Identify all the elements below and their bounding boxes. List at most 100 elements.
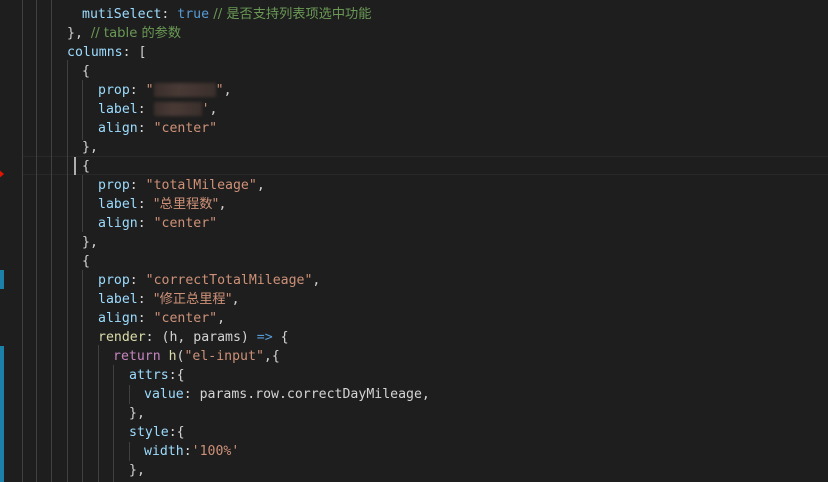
code-token: true	[177, 7, 210, 22]
code-line[interactable]: label: ',	[98, 100, 218, 119]
code-token: ,	[231, 292, 240, 307]
code-token: prop	[98, 273, 130, 288]
code-token: '	[201, 102, 210, 117]
code-token: :	[137, 216, 154, 231]
code-line[interactable]: },	[129, 404, 145, 423]
code-line[interactable]: {	[82, 157, 90, 176]
indent-guide	[113, 365, 114, 482]
indent-guide	[82, 270, 83, 482]
code-token: label	[98, 102, 138, 117]
code-token: width	[144, 444, 184, 459]
indent-guide	[67, 60, 68, 482]
code-token: prop	[98, 83, 130, 98]
code-line[interactable]: align: "center",	[98, 309, 225, 328]
redacted-text	[153, 83, 216, 97]
indent-guide	[129, 442, 130, 461]
code-line[interactable]: mutiSelect: true // 是否支持列表项选中功能	[82, 5, 371, 24]
code-token: value	[144, 387, 184, 402]
code-token: ,	[209, 102, 218, 117]
code-token: "	[215, 83, 224, 98]
code-token: "center"	[153, 216, 218, 231]
code-line[interactable]: align: "center"	[98, 214, 217, 233]
indent-guide	[82, 175, 83, 232]
code-line[interactable]: {	[82, 252, 90, 271]
code-token: ,	[312, 273, 321, 288]
code-token: :{	[168, 368, 185, 383]
code-line[interactable]: label: "修正总里程",	[98, 290, 240, 309]
code-token: ,	[217, 311, 226, 326]
indent-guide	[98, 345, 99, 482]
code-token: "center"	[153, 121, 218, 136]
code-token: label	[98, 197, 138, 212]
code-token: "correctTotalMileage"	[145, 273, 313, 288]
code-token: "el-input"	[184, 349, 264, 364]
code-token: "center"	[153, 311, 218, 326]
code-token: :	[137, 102, 154, 117]
code-token: // table 的参数	[90, 26, 182, 41]
code-line[interactable]: value: params.row.correctDayMileage,	[144, 385, 430, 404]
code-token: return	[113, 349, 169, 364]
breakpoint-arrow-icon	[0, 169, 4, 179]
code-token: render	[98, 330, 146, 345]
code-line[interactable]: return h("el-input",{	[113, 347, 280, 366]
code-token: '100%'	[191, 444, 240, 459]
text-cursor	[74, 157, 76, 175]
code-line[interactable]: render: (h, params) => {	[98, 328, 289, 347]
code-line[interactable]: },	[129, 461, 145, 480]
code-line[interactable]: }, // table 的参数	[67, 24, 181, 43]
git-change-marker	[0, 346, 4, 482]
code-token: "totalMileage"	[145, 178, 257, 193]
code-token: ,	[256, 178, 265, 193]
code-token: =>	[256, 330, 273, 345]
code-line[interactable]: columns: [	[67, 43, 146, 62]
code-token: {	[272, 330, 289, 345]
code-line[interactable]: },	[82, 233, 98, 252]
code-token: style	[129, 425, 169, 440]
code-token: {	[82, 64, 90, 79]
code-line[interactable]: prop: "totalMileage",	[98, 176, 265, 195]
code-line[interactable]: width:'100%'	[144, 442, 239, 461]
current-line-highlight	[22, 156, 828, 175]
code-line[interactable]: prop: " ",	[98, 81, 232, 100]
code-token: h	[168, 349, 177, 364]
code-token: prop	[98, 178, 130, 193]
code-token: // 是否支持列表项选中功能	[209, 7, 372, 22]
code-token: },	[82, 140, 98, 155]
code-line[interactable]: label: "总里程数",	[98, 195, 226, 214]
code-token: },	[129, 463, 145, 478]
code-token: : (h, params)	[145, 330, 257, 345]
editor-gutter	[0, 0, 22, 482]
code-line[interactable]: style:{	[129, 423, 185, 442]
code-token: {	[82, 254, 90, 269]
code-token: },	[67, 26, 91, 41]
code-line[interactable]: },	[82, 138, 98, 157]
code-token: align	[98, 121, 138, 136]
code-token: align	[98, 311, 138, 326]
code-token: :	[129, 178, 146, 193]
code-token: :	[161, 7, 178, 22]
indent-guide	[51, 0, 52, 482]
code-line[interactable]: align: "center"	[98, 119, 217, 138]
code-token: :	[137, 121, 154, 136]
code-token: },	[82, 235, 98, 250]
indent-guide	[36, 0, 37, 482]
code-token: attrs	[129, 368, 169, 383]
indent-guide	[82, 80, 83, 140]
code-token: :{	[168, 425, 185, 440]
code-token: {	[82, 159, 90, 174]
code-editor[interactable]: mutiSelect: true // 是否支持列表项选中功能}, // tab…	[0, 0, 828, 482]
code-token: label	[98, 292, 138, 307]
code-token: },	[129, 406, 145, 421]
code-token: :	[129, 83, 146, 98]
git-change-marker	[0, 270, 4, 289]
indent-guide	[129, 385, 130, 404]
code-token: columns	[67, 45, 123, 60]
code-token: ,	[218, 197, 227, 212]
indent-guide	[22, 0, 23, 482]
code-token: "修正总里程"	[153, 292, 232, 307]
code-token: ,{	[263, 349, 280, 364]
code-line[interactable]: attrs:{	[129, 366, 185, 385]
code-line[interactable]: prop: "correctTotalMileage",	[98, 271, 320, 290]
code-line[interactable]: {	[82, 62, 90, 81]
code-token: :	[137, 197, 154, 212]
